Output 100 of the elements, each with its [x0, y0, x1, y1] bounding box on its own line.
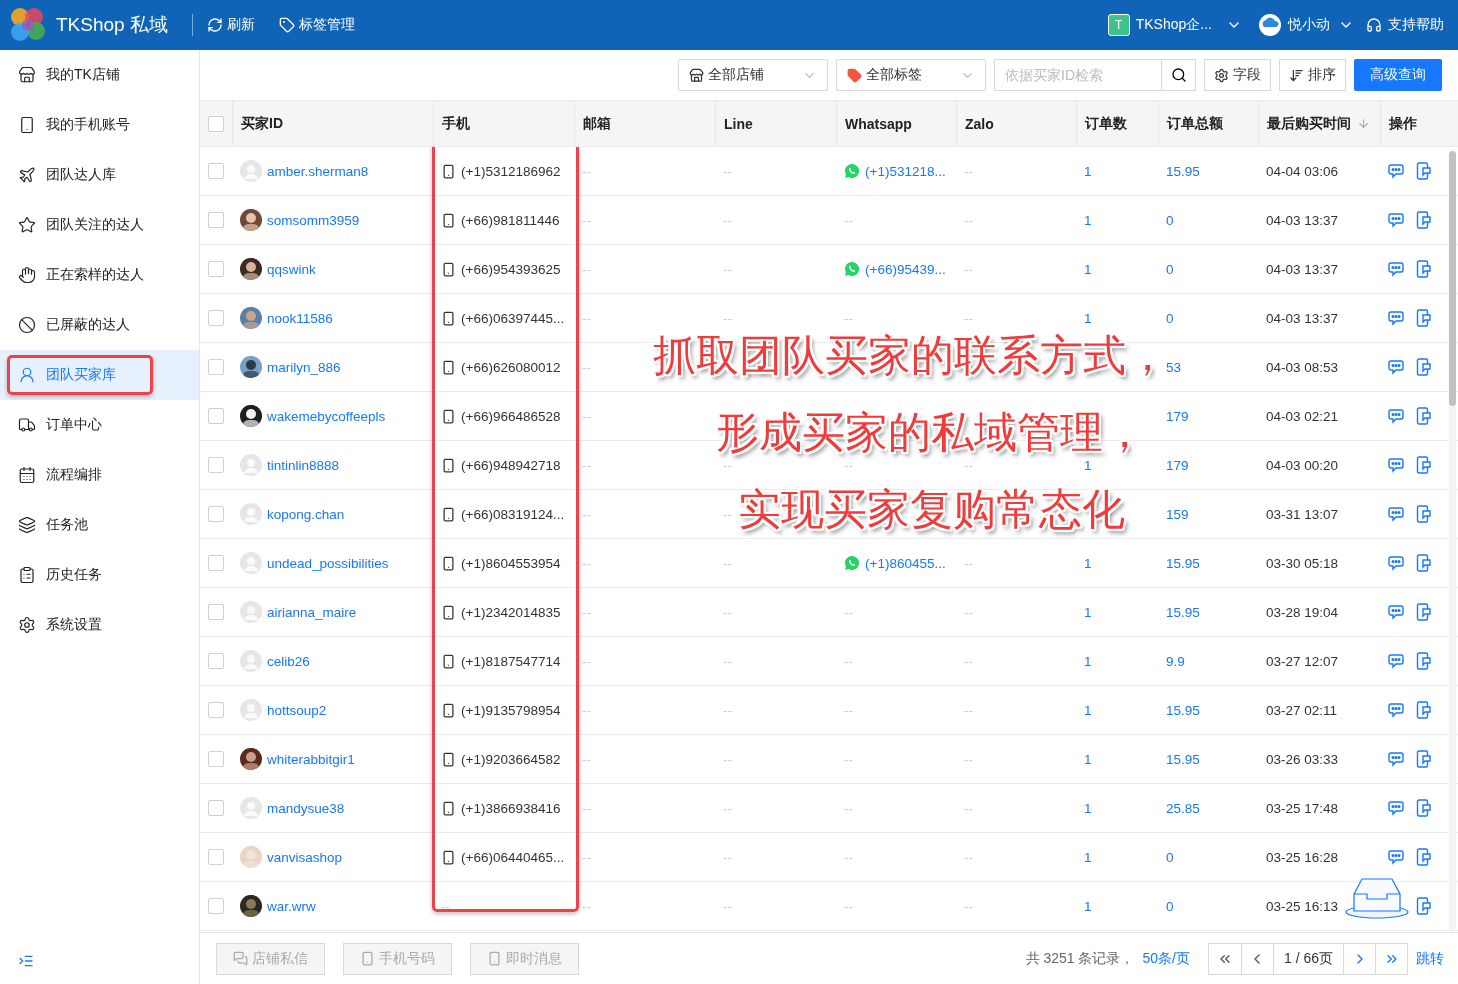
chat-icon[interactable] [1388, 309, 1406, 327]
chat-icon[interactable] [1388, 358, 1406, 376]
buyer-id-link[interactable]: undead_possibilities [267, 555, 389, 571]
checkbox[interactable] [208, 261, 224, 277]
tag-manage-link[interactable]: 标签管理 [278, 16, 355, 34]
buyer-id-link[interactable]: hottsoup2 [267, 702, 327, 718]
checkbox[interactable] [208, 457, 224, 473]
purchase-time: 03-27 12:07 [1266, 653, 1339, 669]
phone-icon [360, 951, 375, 966]
order-count: 1 [1084, 310, 1092, 326]
whatsapp-link[interactable]: (+66)95439... [865, 261, 946, 277]
sidebar-item[interactable]: 订单中心 [0, 400, 199, 450]
chat-icon[interactable] [1388, 505, 1406, 523]
checkbox[interactable] [208, 898, 224, 914]
buyer-id-link[interactable]: kopong.chan [267, 506, 345, 522]
sidebar-item[interactable]: 任务池 [0, 500, 199, 550]
checkbox[interactable] [208, 408, 224, 424]
checkbox[interactable] [208, 212, 224, 228]
buyer-id-link[interactable]: airianna_maire [267, 604, 357, 620]
buyer-id-link[interactable]: whiterabbitgir1 [267, 751, 355, 767]
sidebar-item[interactable]: 团队达人库 [0, 150, 199, 200]
sidebar-item[interactable]: 已屏蔽的达人 [0, 300, 199, 350]
whatsapp-link[interactable]: (+1)860455... [865, 555, 946, 571]
chat-icon[interactable] [1388, 848, 1406, 866]
buyer-id-link[interactable]: qqswink [267, 261, 316, 277]
buyer-id-link[interactable]: nook11586 [267, 310, 333, 326]
chat-icon[interactable] [1388, 407, 1406, 425]
sidebar-item[interactable]: 系统设置 [0, 600, 199, 650]
checkbox[interactable] [208, 751, 224, 767]
fields-button[interactable]: 字段 [1204, 59, 1271, 91]
hand-icon [18, 266, 36, 284]
menu-icon[interactable] [18, 953, 34, 969]
buyer-id-link[interactable]: marilyn_886 [267, 359, 341, 375]
buyer-id-link[interactable]: wakemebycoffeepls [267, 408, 386, 424]
order-total: 179 [1166, 408, 1189, 424]
search-button[interactable] [1162, 59, 1196, 91]
order-total: 179 [1166, 457, 1189, 473]
empty-value: -- [582, 310, 591, 326]
column-header: 买家ID [241, 114, 283, 133]
overlay-caption: 抓取团队买家的联系方式， [653, 332, 1149, 378]
purchase-time: 04-03 13:37 [1266, 310, 1339, 326]
sort-button[interactable]: 排序 [1279, 59, 1346, 91]
sidebar-item[interactable]: 正在索样的达人 [0, 250, 199, 300]
buyer-id-link[interactable]: amber.sherman8 [267, 163, 369, 179]
advanced-query-button[interactable]: 高级查询 [1354, 59, 1442, 91]
sidebar-item[interactable]: 我的手机账号 [0, 100, 199, 150]
chat-icon[interactable] [1388, 652, 1406, 670]
empty-value: -- [964, 849, 973, 865]
checkbox[interactable] [208, 359, 224, 375]
page-size-select[interactable]: 50条/页 [1142, 949, 1190, 968]
empty-value: -- [964, 751, 973, 767]
order-count: 1 [1084, 849, 1092, 865]
checkbox[interactable] [208, 849, 224, 865]
buyer-id-link[interactable]: mandysue38 [267, 800, 345, 816]
checkbox[interactable] [208, 604, 224, 620]
jump-link[interactable]: 跳转 [1416, 949, 1444, 968]
chat-icon[interactable] [1388, 162, 1406, 180]
buyer-id-link[interactable]: vanvisashop [267, 849, 343, 865]
refresh-link[interactable]: 刷新 [206, 16, 255, 34]
empty-value: -- [844, 310, 853, 326]
checkbox[interactable] [208, 702, 224, 718]
buyer-id-link[interactable]: tintinlin8888 [267, 457, 340, 473]
chat-icon[interactable] [1388, 750, 1406, 768]
purchase-time: 04-03 00:20 [1266, 457, 1339, 473]
inbox-icon[interactable] [1344, 876, 1410, 920]
checkbox[interactable] [208, 800, 224, 816]
checkbox[interactable] [208, 163, 224, 179]
search-field[interactable]: 依据买家ID检索 [994, 59, 1162, 91]
chat-icon[interactable] [1388, 554, 1406, 572]
checkbox[interactable] [208, 115, 224, 132]
buyer-id-link[interactable]: somsomm3959 [267, 212, 360, 228]
chat-icon[interactable] [1388, 799, 1406, 817]
tag-select[interactable]: 全部标签 [836, 59, 986, 91]
phone-number: (+66)954393625 [461, 261, 561, 277]
chat-icon[interactable] [1388, 260, 1406, 278]
sidebar-item[interactable]: 团队关注的达人 [0, 200, 199, 250]
team-name[interactable]: TKShop企... [1135, 16, 1212, 34]
sort-arrow-icon[interactable] [1357, 117, 1370, 130]
chat-icon[interactable] [1388, 603, 1406, 621]
sidebar-item[interactable]: 我的TK店铺 [0, 50, 199, 100]
checkbox[interactable] [208, 310, 224, 326]
sidebar-item[interactable]: 历史任务 [0, 550, 199, 600]
sort-icon [1289, 67, 1304, 83]
chat-icon[interactable] [1388, 701, 1406, 719]
checkbox[interactable] [208, 506, 224, 522]
sidebar-item[interactable]: 团队买家库 [0, 350, 199, 400]
sidebar-item[interactable]: 流程编排 [0, 450, 199, 500]
shop-select[interactable]: 全部店铺 [678, 59, 828, 91]
chat-icon[interactable] [1388, 211, 1406, 229]
scrollbar[interactable] [1449, 151, 1456, 930]
buyer-id-link[interactable]: celib26 [267, 653, 310, 669]
checkbox[interactable] [208, 653, 224, 669]
help-link[interactable]: 支持帮助 [1388, 16, 1444, 34]
whatsapp-link[interactable]: (+1)531218... [865, 163, 946, 179]
user-name[interactable]: 悦小动 [1288, 16, 1330, 34]
checkbox[interactable] [208, 555, 224, 571]
chat-icon[interactable] [1388, 456, 1406, 474]
buyer-id-link[interactable]: war.wrw [267, 898, 316, 914]
empty-value: -- [582, 555, 591, 571]
column-header: Zalo [965, 115, 994, 132]
